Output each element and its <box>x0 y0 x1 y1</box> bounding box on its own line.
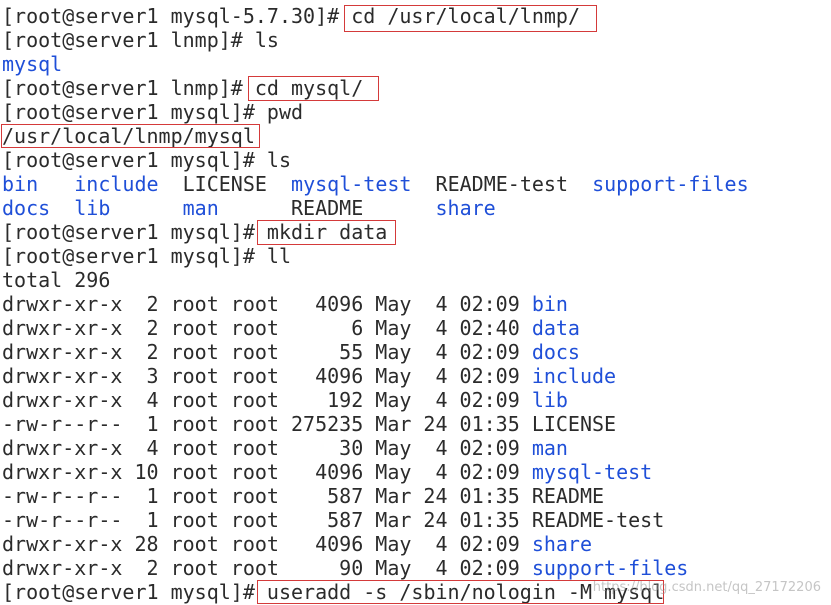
terminal-line: /usr/local/lnmp/mysql <box>2 124 255 148</box>
directory-entry: mysql <box>2 52 63 76</box>
listing-row: -rw-r--r-- 1 root root 587 Mar 24 01:35 … <box>2 484 604 508</box>
directory-entry: bin <box>531 292 568 316</box>
file-entry: README-test <box>435 172 568 196</box>
listing-row: drwxr-xr-x 2 root root 90 May 4 02:09 su… <box>2 556 688 580</box>
directory-entry: bin <box>2 172 39 196</box>
shell-prompt: [root@server1 mysql]# <box>2 220 267 244</box>
listing-row: drwxr-xr-x 2 root root 55 May 4 02:09 do… <box>2 340 580 364</box>
shell-prompt: [root@server1 mysql]# <box>2 580 267 604</box>
command-text: mkdir data <box>266 220 388 244</box>
directory-entry: include <box>74 172 159 196</box>
file-entry: README <box>291 196 364 220</box>
file-entry: LICENSE <box>531 412 617 436</box>
listing-row: drwxr-xr-x 4 root root 30 May 4 02:09 ma… <box>2 436 568 460</box>
file-metadata: -rw-r--r-- 1 root root 587 Mar 24 01:35 <box>2 508 532 532</box>
file-entry: README-test <box>531 508 665 532</box>
file-metadata: drwxr-xr-x 2 root root 4096 May 4 02:09 <box>2 292 532 316</box>
output-text: total 296 <box>2 268 111 292</box>
directory-entry: man <box>182 196 219 220</box>
terminal-line: bin include LICENSE mysql-test README-te… <box>2 172 749 196</box>
directory-entry: share <box>435 196 496 220</box>
command-text: ll <box>266 244 291 268</box>
directory-entry: support-files <box>592 172 749 196</box>
terminal-line: [root@server1 mysql-5.7.30]# cd /usr/loc… <box>2 4 580 28</box>
file-metadata: drwxr-xr-x 4 root root 30 May 4 02:09 <box>2 436 532 460</box>
file-metadata: drwxr-xr-x 4 root root 192 May 4 02:09 <box>2 388 532 412</box>
file-entry: LICENSE <box>182 172 267 196</box>
shell-prompt: [root@server1 lnmp]# <box>2 28 255 52</box>
terminal-line: total 296 <box>2 268 110 292</box>
file-metadata: -rw-r--r-- 1 root root 275235 Mar 24 01:… <box>2 412 532 436</box>
terminal-line[interactable]: [root@server1 mysql]# useradd -s /sbin/n… <box>2 580 664 604</box>
file-metadata: drwxr-xr-x 2 root root 6 May 4 02:40 <box>2 316 532 340</box>
output-text: /usr/local/lnmp/mysql <box>2 124 255 148</box>
listing-row: drwxr-xr-x 28 root root 4096 May 4 02:09… <box>2 532 592 556</box>
file-metadata: drwxr-xr-x 3 root root 4096 May 4 02:09 <box>2 364 532 388</box>
shell-prompt: [root@server1 lnmp]# <box>2 76 255 100</box>
listing-row: -rw-r--r-- 1 root root 587 Mar 24 01:35 … <box>2 508 664 532</box>
terminal-line: [root@server1 mysql]# ll <box>2 244 291 268</box>
directory-entry: include <box>531 364 617 388</box>
listing-row: -rw-r--r-- 1 root root 275235 Mar 24 01:… <box>2 412 616 436</box>
shell-prompt: [root@server1 mysql-5.7.30]# <box>2 4 352 28</box>
terminal-line: [root@server1 mysql]# ls <box>2 148 291 172</box>
listing-row: drwxr-xr-x 2 root root 4096 May 4 02:09 … <box>2 292 568 316</box>
listing-row: drwxr-xr-x 2 root root 6 May 4 02:40 dat… <box>2 316 580 340</box>
file-entry: README <box>531 484 605 508</box>
command-text: ls <box>266 148 291 172</box>
file-metadata: drwxr-xr-x 2 root root 90 May 4 02:09 <box>2 556 532 580</box>
terminal-line: docs lib man README share <box>2 196 496 220</box>
terminal-line: mysql <box>2 52 62 76</box>
terminal-line: [root@server1 lnmp]# cd mysql/ <box>2 76 363 100</box>
file-metadata: drwxr-xr-x 2 root root 55 May 4 02:09 <box>2 340 532 364</box>
directory-entry: data <box>531 316 580 340</box>
watermark-text: https://blog.csdn.net/qq_27172206 <box>592 580 821 595</box>
directory-entry: support-files <box>531 556 689 580</box>
file-metadata: drwxr-xr-x 28 root root 4096 May 4 02:09 <box>2 532 532 556</box>
listing-row: drwxr-xr-x 4 root root 192 May 4 02:09 l… <box>2 388 568 412</box>
directory-entry: lib <box>531 388 568 412</box>
shell-prompt: [root@server1 mysql]# <box>2 100 267 124</box>
listing-row: drwxr-xr-x 3 root root 4096 May 4 02:09 … <box>2 364 616 388</box>
file-metadata: -rw-r--r-- 1 root root 587 Mar 24 01:35 <box>2 484 532 508</box>
directory-entry: docs <box>2 196 51 220</box>
directory-entry: mysql-test <box>531 460 653 484</box>
command-text: cd /usr/local/lnmp/ <box>351 4 580 28</box>
terminal-line: [root@server1 mysql]# mkdir data <box>2 220 387 244</box>
directory-entry: lib <box>74 196 111 220</box>
command-text: cd mysql/ <box>254 76 364 100</box>
terminal-line: [root@server1 mysql]# pwd <box>2 100 303 124</box>
command-text: ls <box>254 28 279 52</box>
terminal-line: [root@server1 lnmp]# ls <box>2 28 279 52</box>
listing-row: drwxr-xr-x 10 root root 4096 May 4 02:09… <box>2 460 652 484</box>
directory-entry: man <box>531 436 568 460</box>
shell-prompt: [root@server1 mysql]# <box>2 244 267 268</box>
command-text: pwd <box>266 100 304 124</box>
directory-entry: share <box>531 532 593 556</box>
directory-entry: mysql-test <box>291 172 412 196</box>
file-metadata: drwxr-xr-x 10 root root 4096 May 4 02:09 <box>2 460 532 484</box>
directory-entry: docs <box>531 340 580 364</box>
shell-prompt: [root@server1 mysql]# <box>2 148 267 172</box>
